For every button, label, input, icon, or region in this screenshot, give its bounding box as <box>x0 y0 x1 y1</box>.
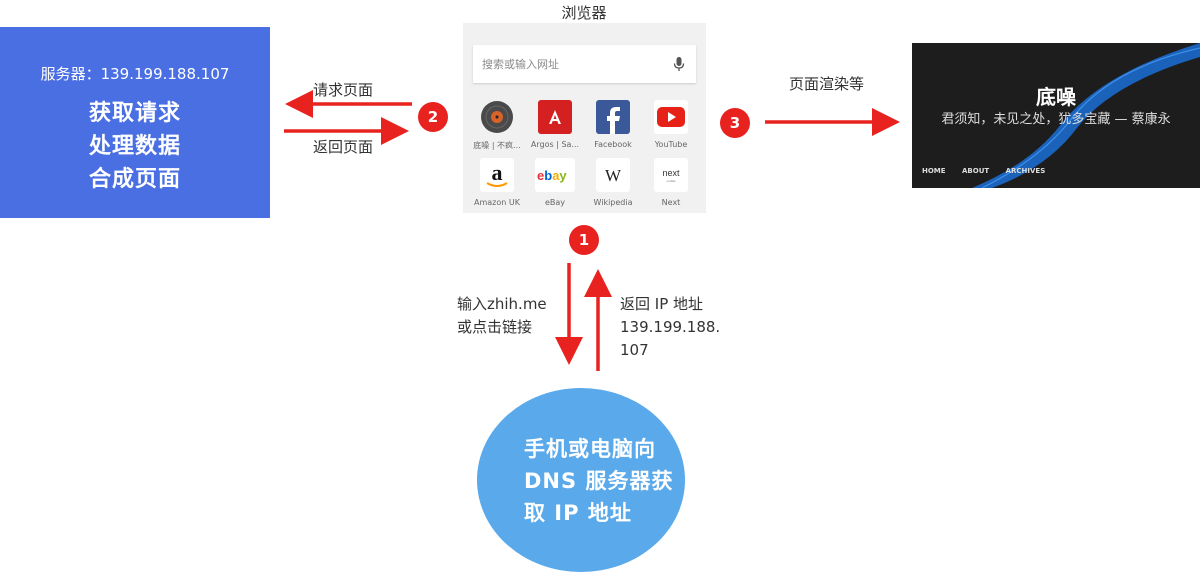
browser-window: 搜索或输入网址 底噪 | 不疯... Argos | Sa... Faceboo… <box>463 23 706 213</box>
svg-text:next: next <box>662 168 680 178</box>
wikipedia-icon: W <box>596 158 630 192</box>
youtube-icon <box>654 100 688 134</box>
svg-text:mobile: mobile <box>667 179 676 183</box>
tile-label: Next <box>661 198 681 207</box>
tile-label: Facebook <box>594 140 632 149</box>
svg-text:a: a <box>492 160 503 185</box>
tile-label: Argos | Sa... <box>530 140 580 149</box>
tile-wikipedia[interactable]: W Wikipedia <box>584 158 642 207</box>
blog-title: 底噪 <box>1036 85 1076 109</box>
search-bar[interactable]: 搜索或输入网址 <box>473 45 696 83</box>
step-badge-3: 3 <box>720 108 750 138</box>
blog-nav: HOME ABOUT ARCHIVES <box>922 167 1059 175</box>
tile-ebay[interactable]: ebay eBay <box>526 158 584 207</box>
tile-label: Amazon UK <box>474 198 520 207</box>
tile-youtube[interactable]: YouTube <box>642 100 700 149</box>
nav-about[interactable]: ABOUT <box>962 167 989 175</box>
input-label-2: 或点击链接 <box>457 318 533 336</box>
microphone-icon[interactable] <box>672 56 686 72</box>
return-ip-label-1: 返回 IP 地址 <box>620 295 704 313</box>
step-badge-2: 2 <box>418 102 448 132</box>
tile-dizao[interactable]: 底噪 | 不疯... <box>468 100 526 151</box>
return-ip-label-3: 107 <box>620 341 649 359</box>
tile-amazon[interactable]: a Amazon UK <box>468 158 526 207</box>
tile-next[interactable]: next mobile Next <box>642 158 700 207</box>
request-page-label: 请求页面 <box>313 81 374 99</box>
ebay-icon: ebay <box>535 158 575 192</box>
dns-line-2: DNS 服务器获 <box>524 469 674 493</box>
tile-label: Wikipedia <box>593 198 633 207</box>
tile-facebook[interactable]: Facebook <box>584 100 642 149</box>
svg-text:W: W <box>605 166 622 185</box>
render-label: 页面渲染等 <box>789 75 865 93</box>
nav-home[interactable]: HOME <box>922 167 946 175</box>
next-logo-icon: next mobile <box>654 158 688 192</box>
dns-circle: 手机或电脑向 DNS 服务器获 取 IP 地址 <box>477 388 685 572</box>
browser-title: 浏览器 <box>561 4 607 22</box>
amazon-icon: a <box>480 158 514 192</box>
return-page-label: 返回页面 <box>313 138 374 156</box>
vinyl-record-icon <box>480 100 514 134</box>
blog-subtitle: 君须知，未见之处，犹多宝藏 — 蔡康永 <box>941 112 1171 127</box>
step-badge-1: 1 <box>569 225 599 255</box>
tile-label: YouTube <box>654 140 688 149</box>
tile-label: 底噪 | 不疯... <box>473 141 521 150</box>
input-label-1: 输入zhih.me <box>457 295 547 313</box>
facebook-icon <box>596 100 630 134</box>
tile-label: eBay <box>544 198 566 207</box>
tile-argos[interactable]: Argos | Sa... <box>526 100 584 149</box>
search-placeholder: 搜索或输入网址 <box>482 58 559 71</box>
nav-archives[interactable]: ARCHIVES <box>1006 167 1046 175</box>
dns-line-3: 取 IP 地址 <box>524 501 632 525</box>
blog-preview: 底噪 君须知，未见之处，犹多宝藏 — 蔡康永 HOME ABOUT ARCHIV… <box>912 43 1200 188</box>
argos-icon <box>538 100 572 134</box>
svg-text:ebay: ebay <box>537 168 567 183</box>
return-ip-label-2: 139.199.188. <box>620 318 721 336</box>
dns-line-1: 手机或电脑向 <box>524 437 656 461</box>
